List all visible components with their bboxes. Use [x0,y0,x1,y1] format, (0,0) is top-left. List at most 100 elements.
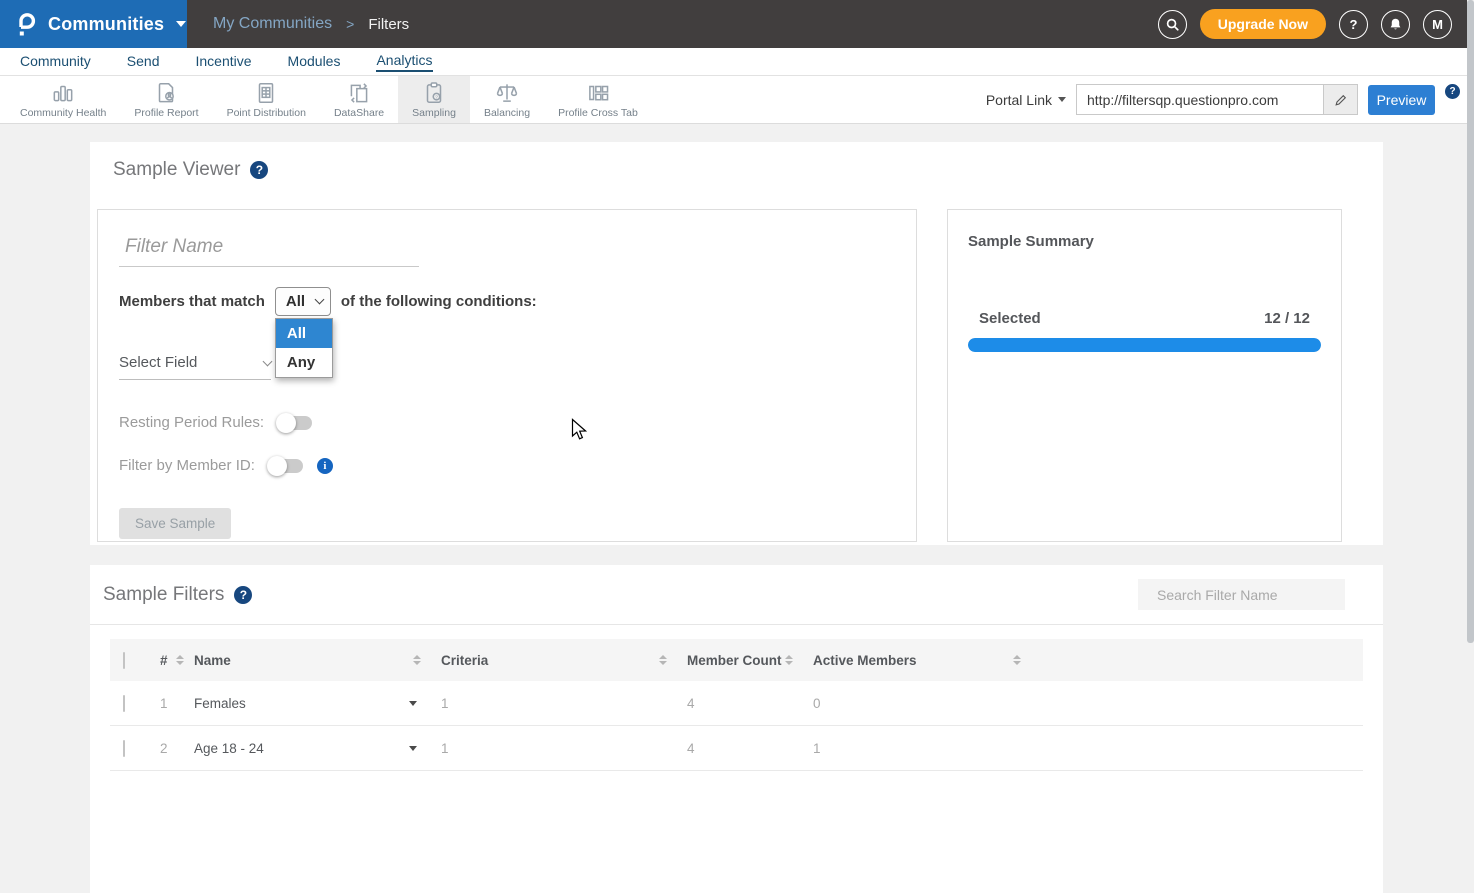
chevron-down-icon [314,295,324,305]
scrollbar-track[interactable] [1467,0,1474,893]
sample-filters-title: Sample Filters [103,584,224,606]
filter-name: Females [194,696,246,711]
summary-progress-fill [968,338,1321,352]
select-field-dropdown[interactable]: Select Field [119,354,271,380]
select-field-label: Select Field [119,354,197,371]
toolbar-items: Community Health Profile Report Point Di… [0,76,652,123]
resting-period-label: Resting Period Rules: [119,414,264,431]
info-icon[interactable]: i [317,458,333,474]
main-nav: Community Send Incentive Modules Analyti… [0,48,1474,76]
sample-filters-table: # Name Criteria Member Count Active Memb… [110,639,1363,771]
table-header-row: # Name Criteria Member Count Active Memb… [110,639,1363,681]
datashare-icon [346,80,372,106]
breadcrumb-parent[interactable]: My Communities [213,15,332,33]
column-header-criteria: Criteria [441,653,488,668]
nav-item-analytics[interactable]: Analytics [376,52,432,72]
search-button[interactable] [1158,10,1187,39]
avatar[interactable]: M [1423,10,1452,39]
table-row: 2 Age 18 - 24 1 4 1 [110,726,1363,771]
toggle-knob [276,413,296,433]
nav-item-modules[interactable]: Modules [288,53,341,71]
filter-name-input[interactable] [119,234,419,267]
product-switcher[interactable]: Communities [0,0,187,48]
bell-icon [1388,17,1403,32]
upgrade-now-button[interactable]: Upgrade Now [1200,9,1326,39]
sort-criteria-control[interactable] [659,655,667,665]
nav-item-community[interactable]: Community [20,53,91,71]
search-icon [1165,17,1180,32]
sample-filter-form: Members that match All All Any of the fo… [97,209,917,542]
match-select[interactable]: All [275,287,331,316]
selected-label: Selected [979,310,1041,327]
help-button[interactable]: ? [1339,10,1368,39]
toolbar-item-sampling[interactable]: ? Sampling [398,76,470,123]
analytics-toolbar: Community Health Profile Report Point Di… [0,76,1474,124]
toolbar-item-profile-report[interactable]: Profile Report [120,76,212,123]
save-sample-button[interactable]: Save Sample [119,508,231,539]
sort-member-count-control[interactable] [785,655,793,665]
match-prefix-label: Members that match [119,293,265,310]
sample-filters-help-icon[interactable]: ? [234,586,252,604]
profile-report-icon [153,80,179,106]
row-checkbox[interactable] [123,740,125,757]
row-actions-dropdown[interactable] [409,701,417,706]
member-count-value: 4 [687,696,813,711]
portal-url-input[interactable] [1077,85,1323,114]
resting-period-toggle[interactable] [278,416,312,430]
row-number: 1 [160,696,194,711]
toolbar-label: Balancing [484,107,530,119]
select-all-checkbox[interactable] [123,652,125,669]
match-option-any[interactable]: Any [276,348,332,377]
criteria-value: 1 [441,741,687,756]
filter-search-box [1138,579,1345,610]
breadcrumb: My Communities > Filters [187,0,1158,48]
scrollbar-thumb[interactable] [1467,0,1474,643]
toolbar-item-community-health[interactable]: Community Health [6,76,120,123]
portal-link-label: Portal Link [986,92,1052,108]
toolbar-label: DataShare [334,107,384,119]
toolbar-item-point-distribution[interactable]: Point Distribution [213,76,320,123]
sort-active-members-control[interactable] [1013,655,1021,665]
member-id-toggle[interactable] [269,459,303,473]
nav-item-send[interactable]: Send [127,53,160,71]
edit-url-button[interactable] [1323,85,1357,114]
toolbar-item-profile-cross-tab[interactable]: Profile Cross Tab [544,76,652,123]
chevron-down-icon [176,21,186,27]
portal-link-dropdown[interactable]: Portal Link [986,92,1066,108]
column-header-num: # [160,653,168,668]
sampling-icon: ? [421,80,447,106]
criteria-value: 1 [441,696,687,711]
sample-summary-panel: Sample Summary Selected 12 / 12 [947,209,1342,542]
point-distribution-icon [253,80,279,106]
sort-num-control[interactable] [176,655,184,665]
sample-viewer-card: Sample Viewer ? Members that match All A… [90,142,1383,545]
search-filter-input[interactable] [1157,587,1338,603]
toolbar-label: Profile Cross Tab [558,107,638,119]
column-header-member-count: Member Count [687,653,782,668]
sort-name-control[interactable] [413,655,421,665]
match-suffix-label: of the following conditions: [341,293,537,310]
member-id-row: Filter by Member ID: i [119,457,916,474]
page-content: Sample Viewer ? Members that match All A… [0,124,1474,893]
match-select-menu: All Any [275,318,333,378]
notifications-button[interactable] [1381,10,1410,39]
questionpro-logo [14,10,38,38]
sample-summary-title: Sample Summary [968,233,1321,250]
toolbar-label: Community Health [20,107,106,119]
nav-item-incentive[interactable]: Incentive [196,53,252,71]
column-header-active-members: Active Members [813,653,917,668]
toolbar-item-datashare[interactable]: DataShare [320,76,398,123]
profile-cross-tab-icon [585,80,611,106]
row-checkbox[interactable] [123,695,125,712]
selected-count: 12 / 12 [1264,310,1310,327]
row-number: 2 [160,741,194,756]
sample-viewer-help-icon[interactable]: ? [250,161,268,179]
toolbar-help-icon[interactable]: ? [1445,84,1460,99]
toolbar-label: Profile Report [134,107,198,119]
preview-button[interactable]: Preview [1368,85,1435,115]
toolbar-item-balancing[interactable]: Balancing [470,76,544,123]
row-actions-dropdown[interactable] [409,746,417,751]
svg-text:?: ? [435,94,438,100]
pencil-icon [1334,93,1348,107]
match-option-all[interactable]: All [276,319,332,348]
